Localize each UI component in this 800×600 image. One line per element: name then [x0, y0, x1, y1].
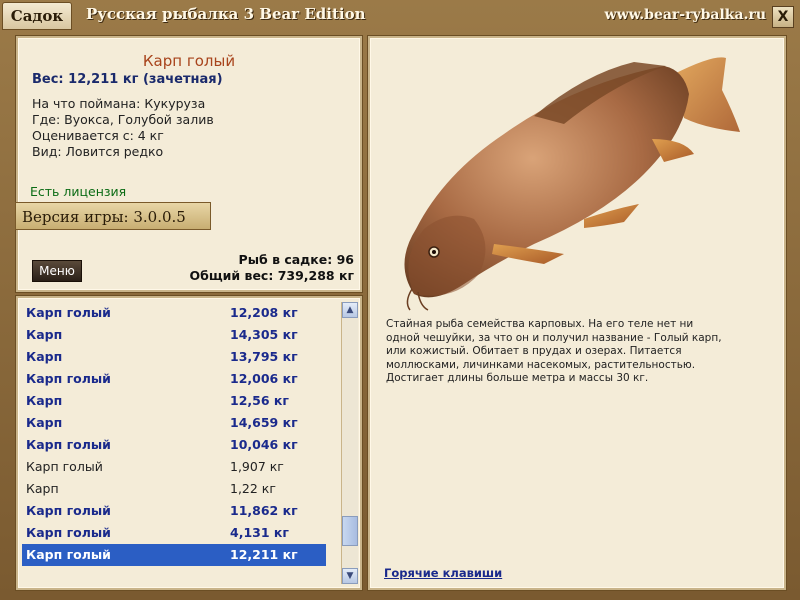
- place-line: Где: Вуокса, Голубой залив: [32, 112, 214, 127]
- catch-fish-weight: 14,305 кг: [230, 327, 298, 342]
- license-status: Есть лицензия: [30, 184, 127, 199]
- arrow-up-icon[interactable]: ▲: [342, 302, 358, 318]
- catch-fish-name: Карп голый: [26, 305, 111, 320]
- fish-description: Стайная рыба семейства карповых. На его …: [386, 318, 722, 384]
- catch-list-row[interactable]: Карп голый 12,211 кг: [22, 544, 326, 566]
- catch-fish-weight: 13,795 кг: [230, 349, 298, 364]
- catch-list-row[interactable]: Карп голый 4,131 кг: [22, 522, 326, 544]
- catch-list-row[interactable]: Карп 14,305 кг: [22, 324, 326, 346]
- catch-fish-weight: 12,56 кг: [230, 393, 289, 408]
- catch-fish-name: Карп голый: [26, 547, 111, 562]
- arrow-down-icon[interactable]: ▼: [342, 568, 358, 584]
- catch-count: Рыб в садке: 96: [238, 252, 354, 267]
- catch-fish-weight: 11,862 кг: [230, 503, 298, 518]
- scrollbar[interactable]: ▲ ▼: [341, 302, 358, 584]
- hotkeys-link[interactable]: Горячие клавиши: [384, 566, 502, 580]
- catch-list-row[interactable]: Карп голый 12,006 кг: [22, 368, 326, 390]
- close-button[interactable]: X: [772, 6, 794, 28]
- estimate-line: Оценивается с: 4 кг: [32, 128, 164, 143]
- catch-fish-name: Карп: [26, 327, 63, 342]
- catch-fish-weight: 10,046 кг: [230, 437, 298, 452]
- catch-fish-weight: 14,659 кг: [230, 415, 298, 430]
- version-banner: Версия игры: 3.0.0.5: [15, 202, 211, 230]
- catch-list-row[interactable]: Карп 13,795 кг: [22, 346, 326, 368]
- catch-fish-name: Карп: [26, 481, 59, 496]
- catch-list-row[interactable]: Карп 1,22 кг: [22, 478, 326, 500]
- catch-list-row[interactable]: Карп голый 10,046 кг: [22, 434, 326, 456]
- fish-weight: Вес: 12,211 кг (зачетная): [32, 72, 223, 87]
- tab-sadok[interactable]: Садок: [2, 2, 72, 30]
- catch-list-row[interactable]: Карп голый 1,907 кг: [22, 456, 326, 478]
- fish-info-panel: Карп голый Вес: 12,211 кг (зачетная) На …: [15, 36, 362, 292]
- catch-list-row[interactable]: Карп 14,659 кг: [22, 412, 326, 434]
- catch-fish-weight: 12,211 кг: [230, 547, 298, 562]
- catch-list-row[interactable]: Карп голый 12,208 кг: [22, 302, 326, 324]
- kind-line: Вид: Ловится редко: [32, 144, 164, 159]
- catch-list-row[interactable]: Карп 12,56 кг: [22, 390, 326, 412]
- catch-fish-name: Карп: [26, 415, 63, 430]
- catch-fish-weight: 1,907 кг: [230, 459, 284, 474]
- catch-fish-weight: 1,22 кг: [230, 481, 276, 496]
- catch-fish-weight: 12,208 кг: [230, 305, 298, 320]
- title-bar: Садок Русская рыбалка 3 Bear Edition www…: [0, 0, 800, 34]
- app-title: Русская рыбалка 3 Bear Edition: [86, 5, 366, 23]
- mirror-carp-image: [404, 57, 740, 311]
- total-weight: Общий вес: 739,288 кг: [189, 268, 355, 283]
- catch-fish-name: Карп голый: [26, 525, 111, 540]
- catch-list-row[interactable]: Карп голый 11,862 кг: [22, 500, 326, 522]
- catch-fish-weight: 4,131 кг: [230, 525, 289, 540]
- fish-detail-panel: Стайная рыба семейства карповых. На его …: [368, 36, 786, 590]
- catch-fish-name: Карп: [26, 349, 63, 364]
- catch-fish-name: Карп голый: [26, 503, 111, 518]
- anal-fin: [652, 139, 694, 162]
- catch-fish-name: Карп голый: [26, 437, 111, 452]
- bait-line: На что поймана: Кукуруза: [32, 96, 206, 111]
- app-window: Садок Русская рыбалка 3 Bear Edition www…: [0, 0, 800, 600]
- catch-list: Карп голый 12,208 кг Карп 14,305 кг Карп 13,7…: [22, 302, 326, 566]
- catch-list-panel: Карп голый 12,208 кг Карп 14,305 кг Карп 13,7…: [16, 296, 362, 590]
- menu-button[interactable]: Меню: [32, 260, 82, 282]
- catch-fish-name: Карп: [26, 393, 63, 408]
- scrollbar-thumb[interactable]: [342, 516, 358, 546]
- catch-fish-weight: 12,006 кг: [230, 371, 298, 386]
- catch-fish-name: Карп голый: [26, 371, 111, 386]
- catch-fish-name: Карп голый: [26, 459, 103, 474]
- site-url: www.bear-rybalka.ru: [604, 7, 766, 23]
- fish-name: Карп голый: [142, 52, 236, 70]
